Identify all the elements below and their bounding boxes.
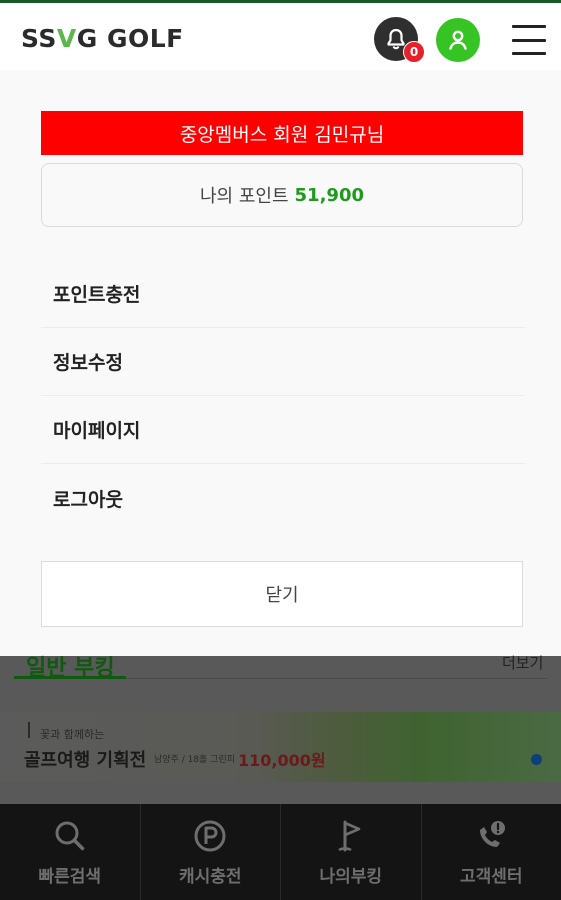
logo-text-left: SS — [21, 23, 57, 53]
section-title-underline — [14, 676, 126, 679]
ssvg-golf-logo[interactable]: SSVG GOLF — [21, 23, 184, 53]
nav-label-cash-charge: 캐시충전 — [178, 866, 242, 887]
phone-support-icon — [480, 820, 506, 847]
close-button[interactable]: 닫기 — [41, 561, 523, 627]
nav-label-my-booking: 나의부킹 — [319, 866, 383, 887]
points-label: 나의 포인트 — [200, 186, 289, 207]
nav-my-booking[interactable]: 나의부킹 — [281, 804, 422, 900]
golf-flag-icon — [338, 820, 361, 851]
account-menu-list: 포인트충전 정보수정 마이페이지 로그아웃 — [41, 260, 525, 532]
bottom-navigation: 빠른검색 캐시충전 나의부킹 고객센터 — [0, 804, 561, 900]
nav-quick-search[interactable]: 빠른검색 — [0, 804, 141, 900]
banner-subtitle: 꽃과 함께하는 — [40, 728, 105, 741]
menu-item-logout[interactable]: 로그아웃 — [41, 464, 525, 532]
nav-label-customer-center: 고객센터 — [459, 866, 523, 887]
logo-text-right: G GOLF — [76, 23, 184, 53]
menu-item-edit-info[interactable]: 정보수정 — [41, 328, 525, 396]
nav-label-quick-search: 빠른검색 — [38, 866, 102, 887]
member-greeting-banner: 중앙멤버스 회원 김민규님 — [41, 111, 523, 155]
menu-item-mypage[interactable]: 마이페이지 — [41, 396, 525, 464]
banner-title: 골프여행 기획전 — [24, 750, 147, 771]
golf-trip-promo-banner[interactable]: 꽃과 함께하는 골프여행 기획전 남양주 / 18홀 그린피 110,000원 — [0, 712, 561, 782]
nav-customer-center[interactable]: 고객센터 — [422, 804, 561, 900]
user-icon — [449, 30, 467, 50]
carousel-indicator-dot[interactable] — [531, 754, 542, 765]
user-profile-button[interactable] — [436, 18, 480, 62]
underlying-page-content: 일반 부킹 더보기 꽃과 함께하는 골프여행 기획전 남양주 / 18홀 그린피… — [0, 654, 561, 804]
banner-info: 남양주 / 18홀 그린피 — [154, 755, 236, 765]
coin-p-icon — [194, 820, 226, 851]
nav-cash-charge[interactable]: 캐시충전 — [141, 804, 281, 900]
hamburger-menu-icon[interactable] — [512, 25, 546, 55]
user-dropdown-panel: 중앙멤버스 회원 김민규님 나의 포인트 51,900 포인트충전 정보수정 마… — [0, 70, 561, 656]
menu-item-point-charge[interactable]: 포인트충전 — [41, 260, 525, 328]
more-link[interactable]: 더보기 — [502, 652, 543, 673]
flower-icon — [28, 722, 38, 738]
app-header: SSVG GOLF 0 — [0, 3, 561, 70]
notification-count-badge: 0 — [403, 41, 425, 63]
banner-price: 110,000원 — [238, 751, 326, 770]
points-value: 51,900 — [294, 184, 364, 206]
my-points-box: 나의 포인트 51,900 — [41, 163, 523, 227]
search-icon — [55, 821, 84, 850]
logo-text-v: V — [56, 23, 77, 53]
